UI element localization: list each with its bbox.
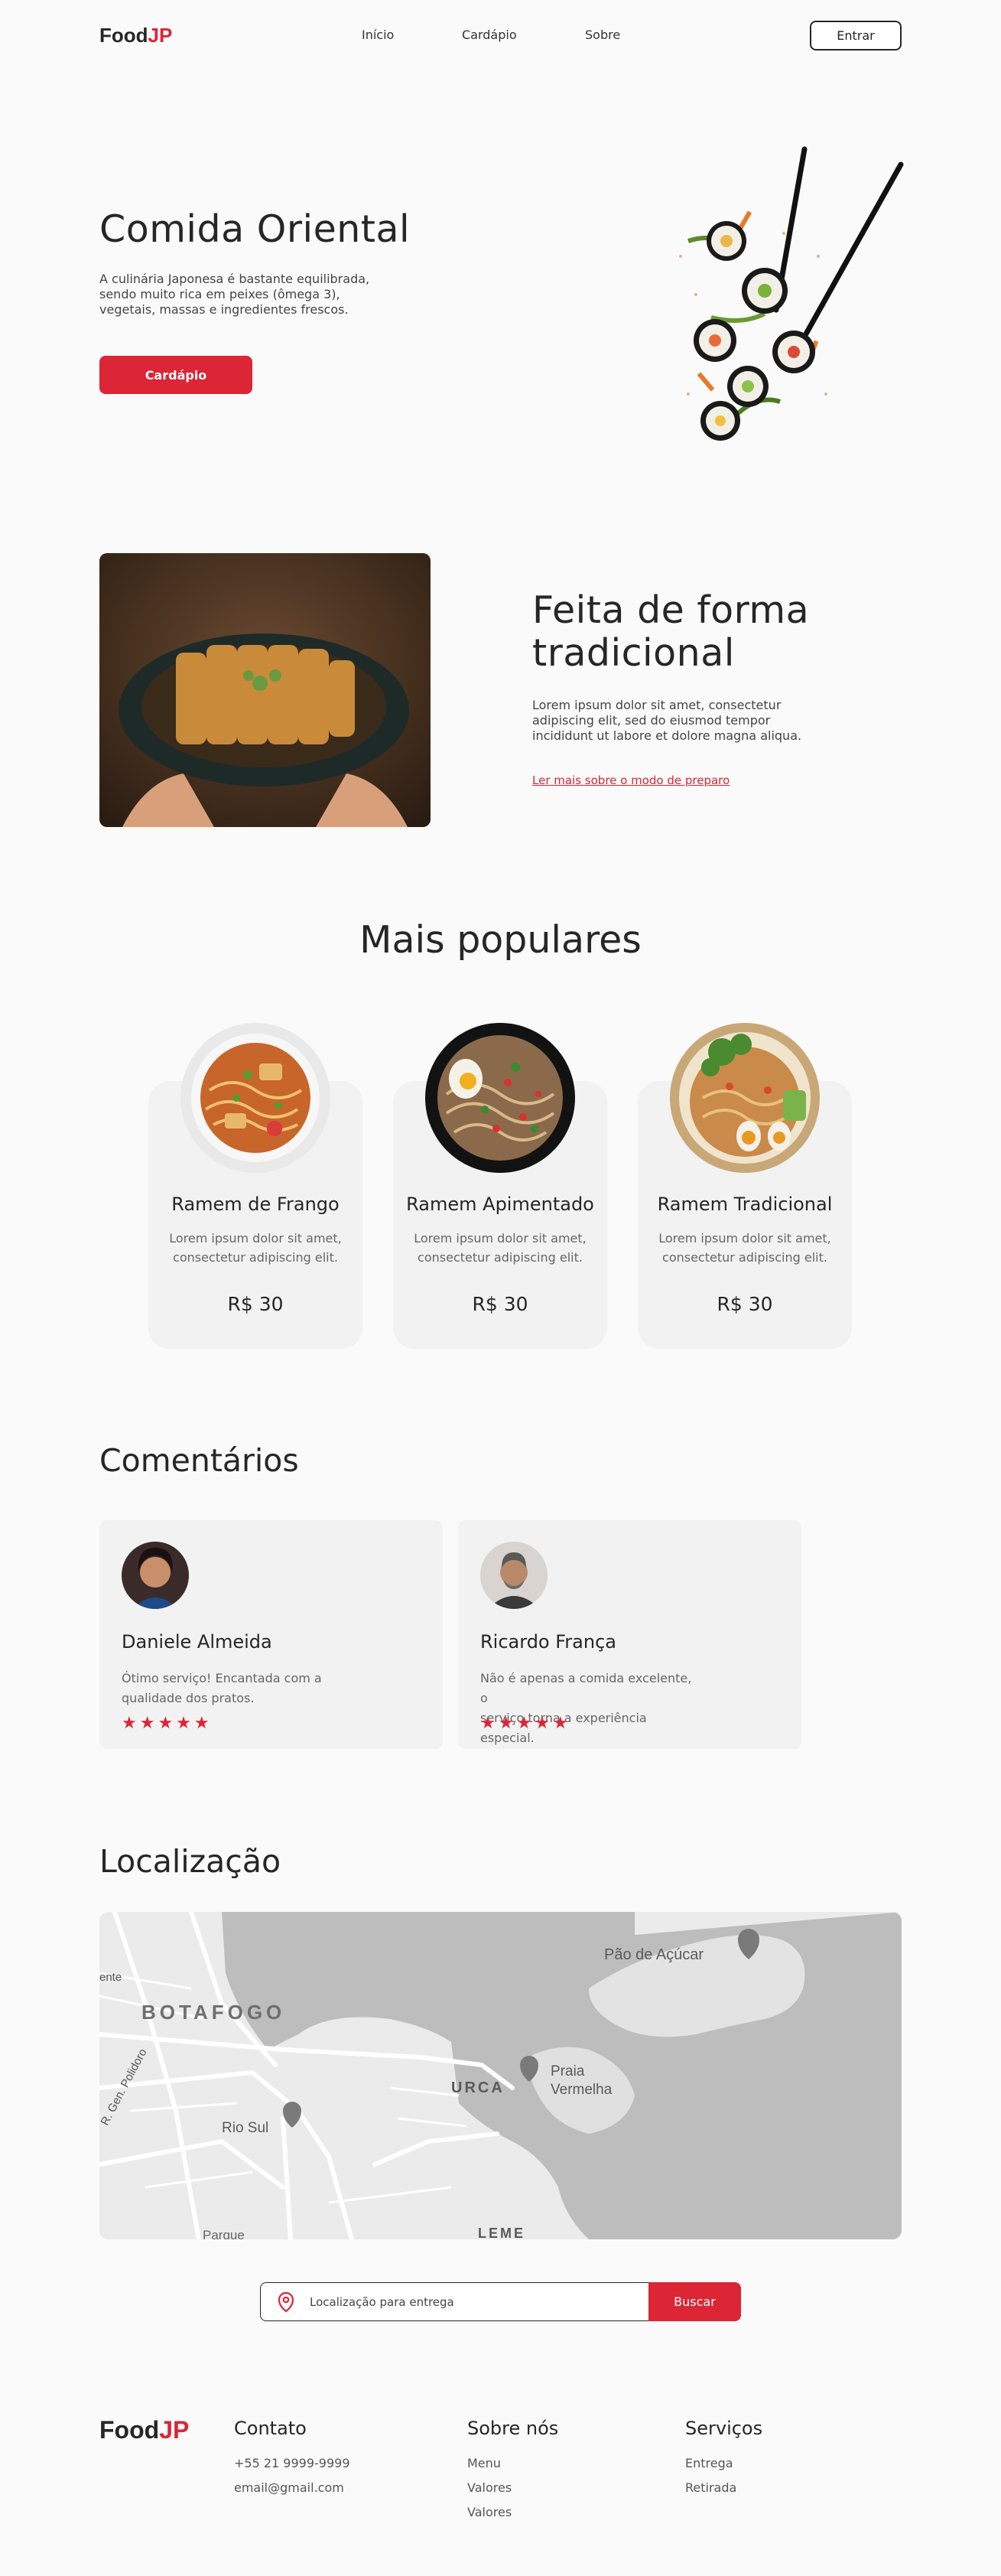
footer-link-retirada[interactable]: Retirada	[685, 2480, 736, 2495]
footer-link-valores-2[interactable]: Valores	[467, 2505, 512, 2519]
map-label-pao-de-acucar: Pão de Açúcar	[604, 1946, 704, 1963]
logo-main: Food	[99, 24, 148, 47]
footer-logo[interactable]: FoodJP	[99, 2416, 189, 2444]
map-label-botafogo: BOTAFOGO	[141, 2001, 285, 2024]
hero-title: Comida Oriental	[99, 207, 411, 251]
nav-inicio[interactable]: Início	[362, 28, 394, 42]
map-label-rio-sul: Rio Sul	[222, 2120, 268, 2136]
comment-text: Ótimo serviço! Encantada com a qualidade…	[122, 1671, 322, 1705]
dish-name: Ramem Apimentado	[406, 1194, 594, 1215]
map-label-praia: Praia	[551, 2063, 585, 2079]
chicken-katsu-image	[99, 553, 431, 827]
dish-card[interactable]: Ramem Apimentado Lorem ipsum dolor sit a…	[393, 1023, 607, 1349]
comments-title: Comentários	[99, 1442, 299, 1479]
dish-description: Lorem ipsum dolor sit amet, consectetur …	[658, 1231, 831, 1265]
dish-name: Ramem de Frango	[171, 1194, 340, 1215]
comment-author: Daniele Almeida	[122, 1631, 272, 1653]
hero-description: A culinária Japonesa é bastante equilibr…	[99, 272, 370, 317]
ramem-apimentado-image	[425, 1023, 575, 1173]
dish-description: Lorem ipsum dolor sit amet, consectetur …	[169, 1231, 342, 1265]
about-read-more-link[interactable]: Ler mais sobre o modo de preparo	[532, 773, 730, 787]
footer-link-valores[interactable]: Valores	[467, 2480, 512, 2495]
popular-title: Mais populares	[359, 918, 642, 962]
footer-services-title: Serviços	[685, 2418, 763, 2439]
about-title: Feita de forma tradicional	[532, 588, 810, 676]
footer-about-title: Sobre nós	[467, 2418, 559, 2439]
footer-email[interactable]: email@gmail.com	[234, 2480, 344, 2495]
avatar	[122, 1542, 189, 1609]
nav-cardapio[interactable]: Cardápio	[462, 28, 517, 42]
map-label-vermelha: Vermelha	[551, 2082, 613, 2098]
dish-price: R$ 30	[472, 1293, 528, 1315]
map-label-ente: ente	[99, 1971, 122, 1984]
dish-price: R$ 30	[717, 1293, 773, 1315]
footer-contact-title: Contato	[234, 2418, 307, 2439]
footer-link-entrega[interactable]: Entrega	[685, 2456, 733, 2470]
nav-sobre[interactable]: Sobre	[585, 28, 620, 42]
sushi-chopsticks-image	[679, 146, 904, 441]
rating-stars: ★★★★★	[480, 1714, 571, 1733]
comment-text: Não é apenas a comida excelente, o servi…	[480, 1671, 692, 1745]
search-box	[260, 2282, 648, 2321]
search-button[interactable]: Buscar	[648, 2282, 741, 2321]
map-label-leme: LEME	[478, 2226, 525, 2239]
comment-author: Ricardo França	[480, 1631, 616, 1653]
login-button[interactable]: Entrar	[810, 21, 902, 50]
dish-card[interactable]: Ramem de Frango Lorem ipsum dolor sit am…	[148, 1023, 362, 1349]
rating-stars: ★★★★★	[122, 1714, 213, 1733]
delivery-location-input[interactable]	[310, 2294, 631, 2311]
comment-card: Daniele Almeida Ótimo serviço! Encantada…	[99, 1520, 443, 1749]
logo-accent: JP	[148, 24, 173, 47]
footer-link-menu[interactable]: Menu	[467, 2456, 501, 2470]
ramem-frango-image	[180, 1023, 330, 1173]
dish-card[interactable]: Ramem Tradicional Lorem ipsum dolor sit …	[638, 1023, 852, 1349]
map-label-parque: Parque	[203, 2228, 245, 2239]
delivery-search: Buscar	[260, 2282, 741, 2321]
footer-phone: +55 21 9999-9999	[234, 2456, 350, 2470]
location-title: Localização	[99, 1843, 281, 1880]
hero-menu-button[interactable]: Cardápio	[99, 356, 252, 394]
logo-accent: JP	[159, 2416, 190, 2444]
dish-name: Ramem Tradicional	[657, 1194, 833, 1215]
logo-main: Food	[99, 2416, 160, 2444]
logo[interactable]: FoodJP	[99, 24, 172, 47]
about-description: Lorem ipsum dolor sit amet, consectetur …	[532, 698, 802, 743]
map-label-urca: URCA	[451, 2079, 505, 2096]
avatar	[480, 1542, 548, 1609]
dish-description: Lorem ipsum dolor sit amet, consectetur …	[414, 1231, 587, 1265]
comment-card: Ricardo França Não é apenas a comida exc…	[458, 1520, 801, 1749]
ramem-tradicional-image	[670, 1023, 820, 1173]
location-map[interactable]: BOTAFOGO URCA Rio Sul Praia Vermelha Pão…	[99, 1912, 902, 2239]
location-pin-icon	[278, 2292, 294, 2312]
dish-price: R$ 30	[227, 1293, 284, 1315]
